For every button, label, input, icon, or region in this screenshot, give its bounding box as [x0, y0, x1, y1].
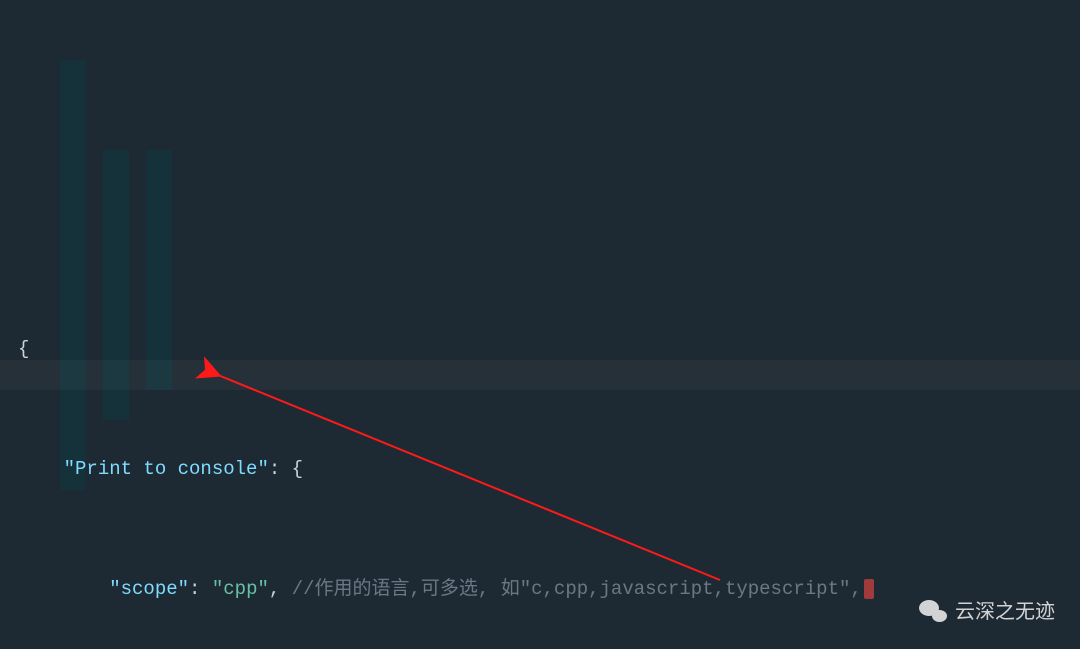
code-line: {: [18, 334, 1080, 364]
watermark-text: 云深之无迹: [955, 595, 1055, 624]
watermark: 云深之无迹: [919, 595, 1055, 624]
wechat-icon: [919, 598, 947, 622]
code-line: "Print to console": {: [18, 454, 1080, 484]
active-line-highlight: [0, 360, 1080, 390]
cursor-indicator: [864, 579, 874, 599]
code-editor[interactable]: { "Print to console": { "scope": "cpp", …: [0, 0, 1080, 649]
